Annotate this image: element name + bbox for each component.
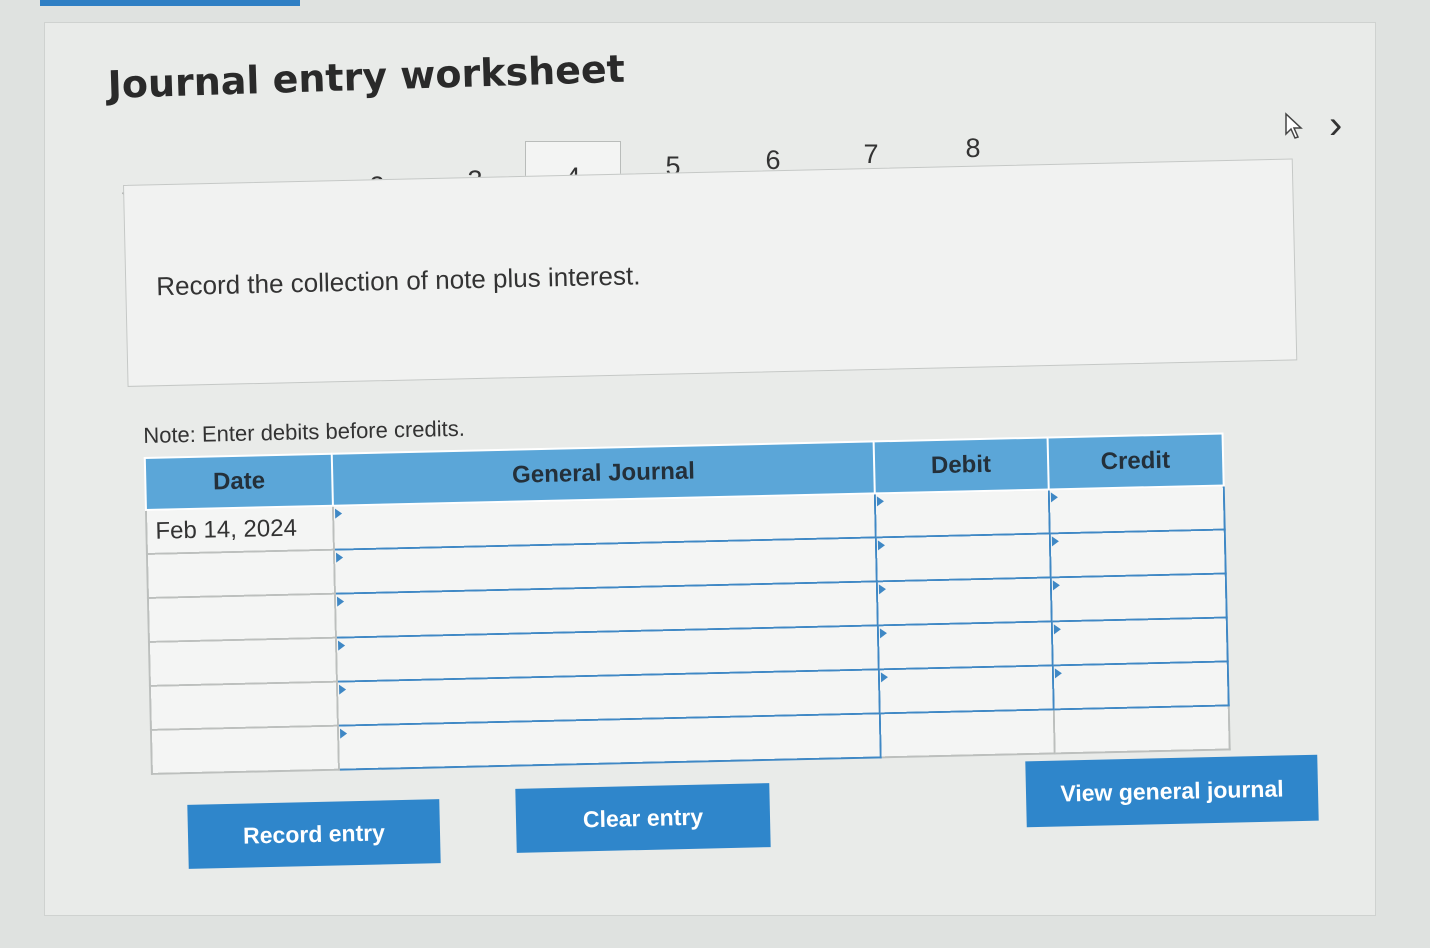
tab-7[interactable]: 7 [841,139,901,170]
top-accent-strip [40,0,300,6]
dropdown-marker-icon [1054,668,1062,679]
header-credit: Credit [1047,433,1224,490]
date-cell: Feb 14, 2024 [145,505,335,554]
date-cell [146,549,336,598]
header-date: Date [144,453,334,510]
chevron-right-icon[interactable]: › [1329,105,1342,145]
dropdown-marker-icon [877,540,886,551]
dropdown-marker-icon [879,628,888,639]
journal-table: Date General Journal Debit Credit Feb 14… [144,432,1231,774]
journal-table-area: Note: Enter debits before credits. Date … [143,398,1231,774]
dropdown-marker-icon [338,640,346,651]
header-debit: Debit [873,437,1049,494]
dropdown-marker-icon [335,508,343,519]
date-cell [150,725,340,774]
dropdown-marker-icon [1053,624,1061,635]
dropdown-marker-icon [336,552,344,563]
page-title: Journal entry worksheet [107,46,626,107]
clear-entry-button[interactable]: Clear entry [515,783,771,853]
date-cell [148,637,338,686]
dropdown-marker-icon [1050,492,1058,503]
debit-input[interactable] [876,577,1052,626]
credit-input[interactable] [1049,529,1226,578]
credit-input[interactable] [1052,661,1229,710]
debit-input [879,709,1055,758]
instruction-text: Record the collection of note plus inter… [155,260,641,302]
debit-input[interactable] [874,489,1050,538]
dropdown-marker-icon [337,596,345,607]
dropdown-marker-icon [1052,580,1060,591]
dropdown-marker-icon [339,684,347,695]
dropdown-marker-icon [340,728,348,739]
credit-input[interactable] [1050,573,1227,622]
view-general-journal-button[interactable]: View general journal [1025,754,1319,828]
debit-input[interactable] [875,533,1051,582]
credit-input[interactable] [1051,617,1228,666]
instruction-box: Record the collection of note plus inter… [123,158,1298,387]
debit-input[interactable] [878,665,1054,714]
record-entry-button[interactable]: Record entry [187,799,441,869]
date-cell [147,593,337,642]
mouse-cursor-icon [1285,112,1303,139]
date-cell [149,681,339,730]
dropdown-marker-icon [1051,536,1059,547]
dropdown-marker-icon [876,496,885,507]
tab-8[interactable]: 8 [943,133,1003,164]
credit-input[interactable] [1048,485,1225,534]
credit-input [1053,705,1230,754]
dropdown-marker-icon [878,584,887,595]
debit-input[interactable] [877,621,1053,670]
dropdown-marker-icon [880,672,889,683]
